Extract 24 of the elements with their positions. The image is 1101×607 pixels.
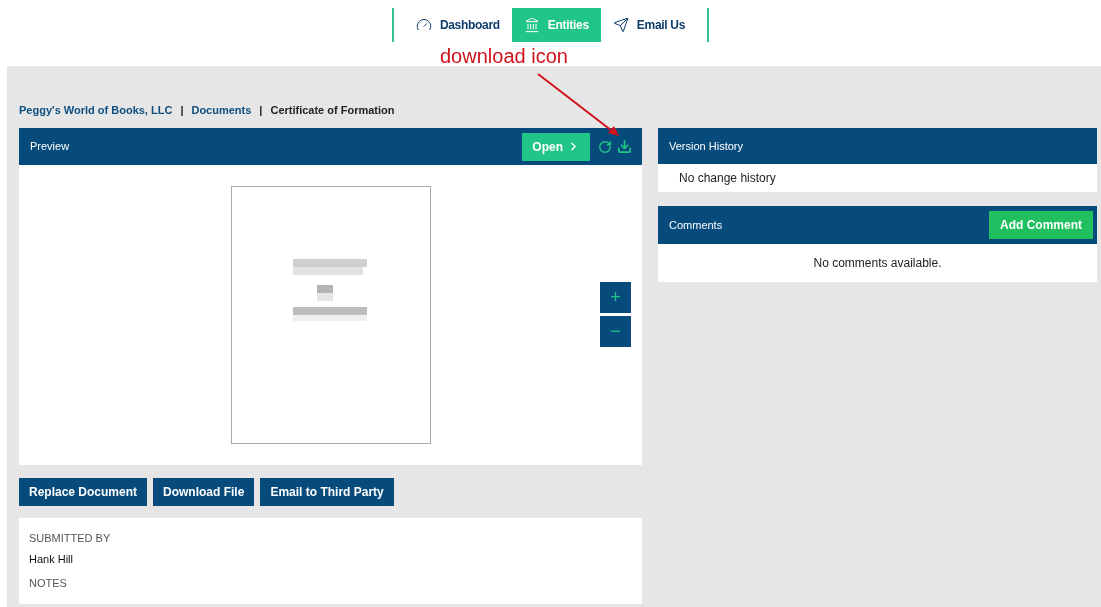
zoom-in-button[interactable]: +	[600, 282, 631, 313]
field-label: NOTES	[29, 576, 68, 591]
field-label: SUBMITTED BY	[29, 531, 112, 546]
breadcrumb-link[interactable]: Peggy's World of Books, LLC	[19, 101, 173, 119]
action-button[interactable]: Email to Third Party	[260, 478, 394, 506]
breadcrumb-separator: |	[259, 102, 263, 118]
empty-message: No change history	[678, 170, 777, 187]
breadcrumb-current: Certificate of Formation	[270, 102, 395, 118]
paper-plane-icon	[612, 17, 629, 33]
panel-title: Version History	[669, 138, 743, 154]
empty-message: No comments available.	[812, 255, 943, 272]
gauge-icon	[415, 17, 432, 33]
panel-title: Comments	[669, 217, 723, 233]
action-button[interactable]: Download File	[153, 478, 255, 506]
zoom-out-button[interactable]: −	[600, 316, 631, 347]
field-value: Hank Hill	[29, 551, 74, 567]
refresh-icon[interactable]	[598, 139, 612, 154]
action-button[interactable]: Replace Document	[19, 478, 148, 506]
breadcrumb-link[interactable]: Documents	[191, 101, 252, 119]
panel-title: Preview	[30, 139, 70, 155]
download-icon[interactable]	[617, 139, 632, 154]
annotation-label: download icon	[440, 44, 568, 68]
breadcrumb-separator: |	[180, 102, 184, 118]
bank-icon	[523, 17, 540, 33]
